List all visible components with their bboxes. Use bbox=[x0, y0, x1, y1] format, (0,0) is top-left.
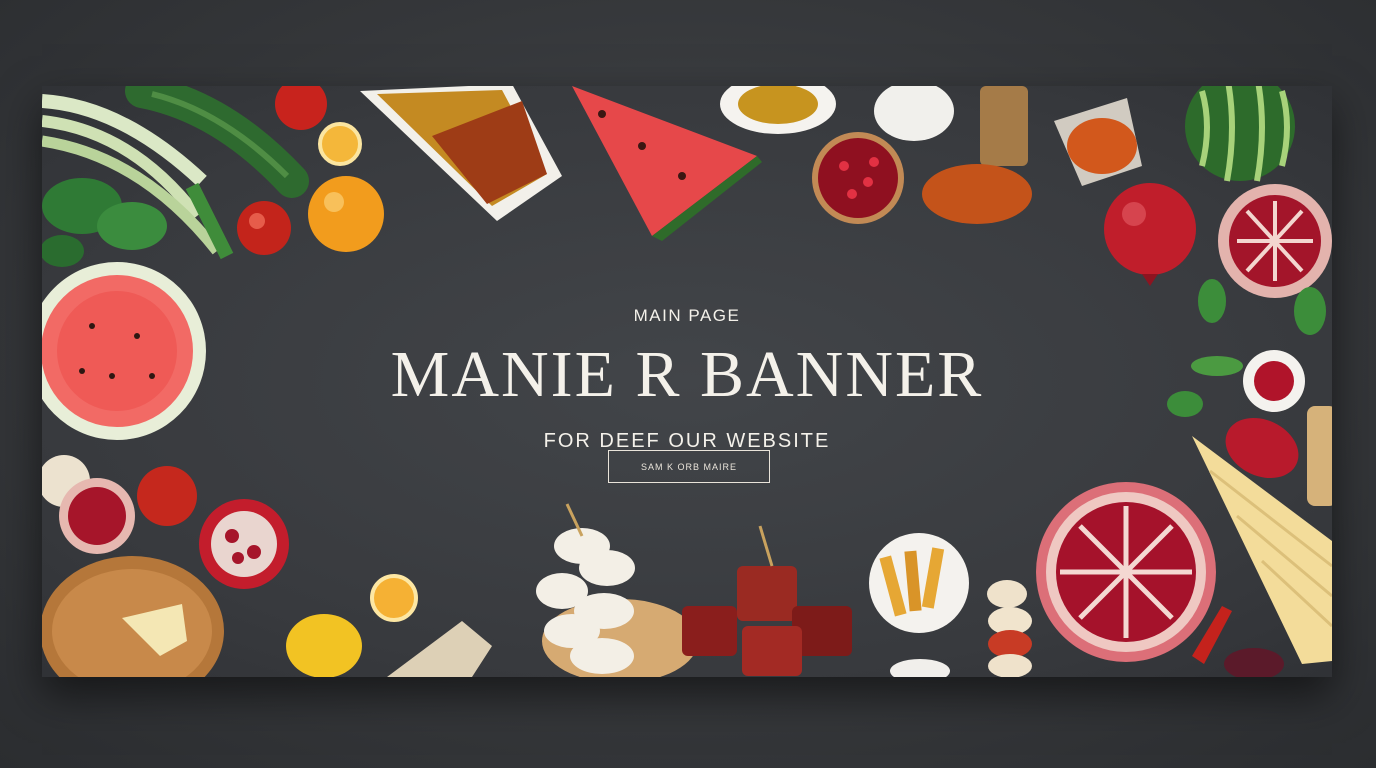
apple-icon bbox=[275, 86, 327, 130]
bread-icon bbox=[387, 621, 492, 677]
pomegranate-icon bbox=[1036, 482, 1216, 662]
banner-headline: MANIE R BANNER bbox=[390, 338, 984, 411]
cheese-icon bbox=[890, 659, 950, 677]
pomegranate-bowl-icon bbox=[812, 132, 904, 224]
zucchini-icon bbox=[125, 86, 309, 198]
banner-eyebrow: MAIN PAGE bbox=[633, 306, 741, 325]
meat-skewer-icon bbox=[682, 525, 852, 676]
cheese-icon bbox=[874, 86, 954, 141]
cutting-board-icon bbox=[42, 556, 224, 677]
meat-skewer-icon bbox=[987, 580, 1032, 677]
hero-banner: MAIN PAGE MANIE R BANNER FOR DEEF OUR WE… bbox=[42, 86, 1332, 677]
pomegranate-icon bbox=[59, 478, 135, 554]
pomegranate-icon bbox=[1218, 184, 1332, 298]
cta-button[interactable]: SAM K ORB MAIRE bbox=[608, 450, 770, 483]
orange-icon bbox=[308, 176, 384, 252]
herbs-icon bbox=[42, 178, 167, 267]
spice-tray-icon bbox=[360, 86, 562, 221]
lemon-slice-icon bbox=[370, 574, 418, 622]
pomegranate-icon bbox=[1104, 183, 1196, 286]
watermelon-icon bbox=[1185, 86, 1295, 182]
lemon-slice-icon bbox=[318, 122, 362, 166]
spice-powder-icon bbox=[922, 164, 1032, 224]
fries-bowl-icon bbox=[869, 533, 969, 633]
spice-powder-icon bbox=[1054, 98, 1142, 186]
banner-text-block: MAIN PAGE MANIE R BANNER FOR DEEF OUR WE… bbox=[42, 306, 1332, 453]
pomegranate-icon bbox=[199, 499, 289, 589]
apple-icon bbox=[237, 201, 291, 255]
apple-icon bbox=[137, 466, 197, 526]
pepper-icon bbox=[286, 614, 362, 677]
macaron-stack-icon bbox=[536, 503, 698, 677]
